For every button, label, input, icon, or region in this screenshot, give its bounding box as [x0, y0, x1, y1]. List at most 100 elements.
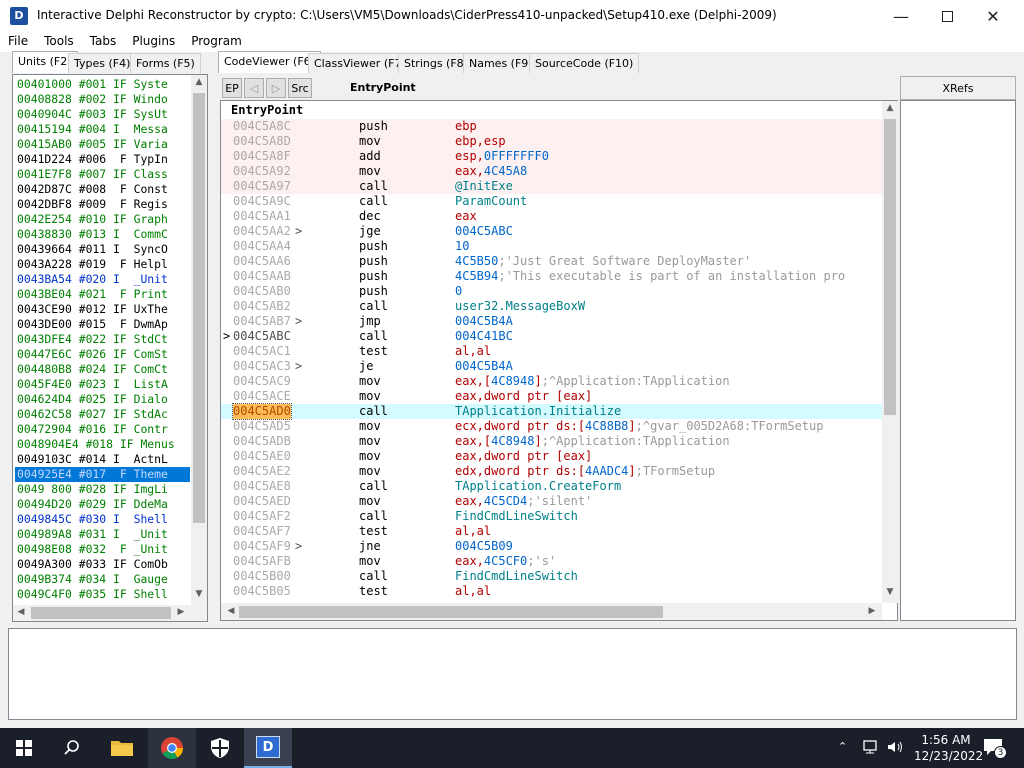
menu-tools[interactable]: Tools [36, 32, 82, 52]
code-line[interactable]: 004C5A92 mov eax,4C45A8 [221, 164, 882, 179]
code-line[interactable]: 004C5AFB mov eax,4C5CF0;'s' [221, 554, 882, 569]
operand-token[interactable]: 4C5B50 [455, 254, 498, 268]
code-operands[interactable]: eax,dword ptr [eax] [455, 449, 592, 464]
operand-token[interactable]: 4C88B8 [585, 419, 628, 433]
code-operands[interactable]: 004C5B4A [455, 359, 513, 374]
code-address[interactable]: 004C5AA6 [233, 254, 291, 269]
code-line[interactable]: 004C5AA2 > jge 004C5ABC [221, 224, 882, 239]
operand-token[interactable]: TApplication.Initialize [455, 404, 621, 418]
code-address[interactable]: 004C5AB2 [233, 299, 291, 314]
unit-row[interactable]: 00472904 #016 IF Contr [15, 422, 190, 437]
code-operands[interactable]: al,al [455, 524, 491, 539]
forward-button[interactable]: ▷ [266, 78, 286, 98]
src-button[interactable]: Src [288, 78, 312, 98]
output-panel[interactable] [8, 628, 1017, 720]
unit-row[interactable]: 0049C4F0 #035 IF Shell [15, 587, 190, 602]
code-line[interactable]: 004C5AD0 call TApplication.Initialize [221, 403, 882, 420]
code-line[interactable]: 004C5AC9 mov eax,[4C8948];^Application:TAp… [221, 374, 882, 389]
code-operands[interactable]: 4C5B94;'This executable is part of an in… [455, 269, 845, 284]
operand-token[interactable]: 004C41BC [455, 329, 513, 343]
code-line[interactable]: 004C5AA4 push 10 [221, 239, 882, 254]
chrome-button[interactable] [148, 728, 196, 768]
scroll-down-icon[interactable]: ▼ [191, 589, 207, 599]
unit-row[interactable]: 0049 800 #028 IF ImgLi [15, 482, 190, 497]
operand-token[interactable]: 004C5B4A [455, 314, 513, 328]
code-address[interactable]: 004C5AC1 [233, 344, 291, 359]
code-operands[interactable]: 004C5B4A [455, 314, 513, 329]
unit-row[interactable]: 0048904E4 #018 IF Menus [15, 437, 190, 452]
unit-row[interactable]: 0043BA54 #020 I _Unit [15, 272, 190, 287]
code-listing[interactable]: EntryPoint 004C5A8C push ebp 004C5A8D mov ebp… [221, 101, 882, 603]
code-operands[interactable]: TApplication.Initialize [455, 404, 621, 419]
code-address[interactable]: 004C5AE0 [233, 449, 291, 464]
operand-token[interactable]: 4C8948 [491, 374, 534, 388]
code-address[interactable]: 004C5AA4 [233, 239, 291, 254]
code-operands[interactable]: esp,0FFFFFFF0 [455, 149, 549, 164]
code-operands[interactable]: al,al [455, 344, 491, 359]
operand-token[interactable]: 0FFFFFFF0 [484, 149, 549, 163]
code-address[interactable]: 004C5AE8 [233, 479, 291, 494]
operand-token[interactable]: 10 [455, 239, 469, 253]
code-address[interactable]: 004C5AFB [233, 554, 291, 569]
code-line[interactable]: 004C5AF9 > jne 004C5B09 [221, 539, 882, 554]
operand-token[interactable]: user32.MessageBoxW [455, 299, 585, 313]
unit-row[interactable]: 0042DBF8 #009 F Regis [15, 197, 190, 212]
code-line[interactable]: 004C5B00 call FindCmdLineSwitch [221, 569, 882, 584]
scroll-right-icon[interactable]: ▶ [173, 607, 189, 617]
code-address[interactable]: 004C5ACE [233, 389, 291, 404]
code-operands[interactable]: ecx,dword ptr ds:[4C88B8];^gvar_005D2A68… [455, 419, 823, 434]
code-address[interactable]: 004C5A8F [233, 149, 291, 164]
code-horizontal-scrollbar[interactable]: ◀ ▶ [221, 603, 882, 620]
unit-row[interactable]: 0043BE04 #021 F Print [15, 287, 190, 302]
code-address[interactable]: 004C5AF2 [233, 509, 291, 524]
unit-row[interactable]: 0049A300 #033 IF ComOb [15, 557, 190, 572]
code-operands[interactable]: ebp,esp [455, 134, 506, 149]
menu-plugins[interactable]: Plugins [124, 32, 183, 52]
code-address[interactable]: 004C5A92 [233, 164, 291, 179]
code-line[interactable]: 004C5AAB push 4C5B94;'This executable is p… [221, 269, 882, 284]
code-address[interactable]: 004C5AE2 [233, 464, 291, 479]
unit-row[interactable]: 00408828 #002 IF Windo [15, 92, 190, 107]
scroll-up-icon[interactable]: ▲ [882, 103, 898, 113]
code-line[interactable]: 004C5AE8 call TApplication.CreateForm [221, 479, 882, 494]
code-operands[interactable]: al,al [455, 584, 491, 599]
code-line[interactable]: 004C5AF2 call FindCmdLineSwitch [221, 509, 882, 524]
code-address[interactable]: 004C5AED [233, 494, 291, 509]
code-line[interactable]: 004C5AC1 test al,al [221, 344, 882, 359]
code-operands[interactable]: edx,dword ptr ds:[4AADC4];TFormSetup [455, 464, 715, 479]
code-address[interactable]: 004C5A9C [233, 194, 291, 209]
units-vertical-scrollbar[interactable]: ▲ ▼ [191, 75, 207, 605]
xrefs-list[interactable] [900, 100, 1016, 621]
code-line[interactable]: 004C5AE2 mov edx,dword ptr ds:[4AADC4];TFo… [221, 464, 882, 479]
code-operands[interactable]: FindCmdLineSwitch [455, 509, 578, 524]
code-operands[interactable]: 004C41BC [455, 329, 513, 344]
unit-row[interactable]: 0049845C #030 I Shell [15, 512, 190, 527]
unit-row[interactable]: 00447E6C #026 IF ComSt [15, 347, 190, 362]
unit-row[interactable]: 004989A8 #031 I _Unit [15, 527, 190, 542]
code-operands[interactable]: 004C5B09 [455, 539, 513, 554]
code-operands[interactable]: FindCmdLineSwitch [455, 569, 578, 584]
unit-row[interactable]: 0043CE90 #012 IF UxThe [15, 302, 190, 317]
unit-row[interactable]: 00401000 #001 IF Syste [15, 77, 190, 92]
operand-token[interactable]: 004C5B09 [455, 539, 513, 553]
scroll-left-icon[interactable]: ◀ [223, 606, 239, 616]
file-explorer-button[interactable] [98, 728, 146, 768]
code-operands[interactable]: user32.MessageBoxW [455, 299, 585, 314]
code-line[interactable]: 004C5AB0 push 0 [221, 284, 882, 299]
code-operands[interactable]: eax,4C5CD4;'silent' [455, 494, 592, 509]
unit-row[interactable]: 00415194 #004 I Messa [15, 122, 190, 137]
code-operands[interactable]: TApplication.CreateForm [455, 479, 621, 494]
code-address[interactable]: 004C5B05 [233, 584, 291, 599]
idr-taskbar-button[interactable]: D [244, 728, 292, 768]
back-button[interactable]: ◁ [244, 78, 264, 98]
tab-types[interactable]: Types (F4) [68, 53, 137, 73]
code-line[interactable]: 004C5AF7 test al,al [221, 524, 882, 539]
code-line[interactable]: 004C5AB7 > jmp 004C5B4A [221, 314, 882, 329]
operand-token[interactable]: TApplication.CreateForm [455, 479, 621, 493]
code-scroll-thumb[interactable] [884, 119, 896, 415]
ep-button[interactable]: EP [222, 78, 242, 98]
unit-row[interactable]: 004925E4 #017 F Theme [15, 467, 190, 482]
code-operands[interactable]: 0 [455, 284, 462, 299]
code-line[interactable]: 004C5AE0 mov eax,dword ptr [eax] [221, 449, 882, 464]
unit-row[interactable]: 0042D87C #008 F Const [15, 182, 190, 197]
